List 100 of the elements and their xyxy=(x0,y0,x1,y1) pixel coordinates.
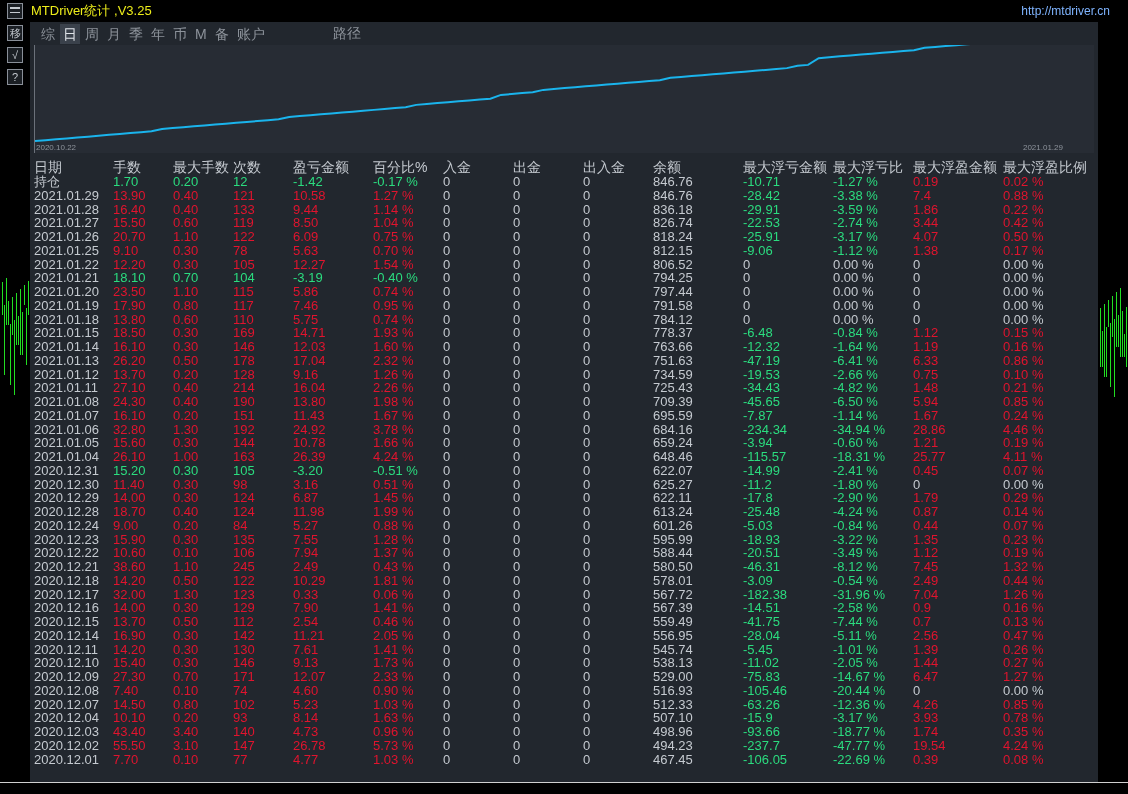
table-cell-text: 0 xyxy=(513,546,522,560)
table-cell-text: 4.73 xyxy=(293,725,320,739)
table-cell-text: 16.90 xyxy=(113,628,147,643)
table-cell-text: -115.57 xyxy=(743,450,788,464)
column-header: 出金 xyxy=(513,159,542,175)
table-cell-text: 1.10 xyxy=(173,285,200,299)
table-cell-text: 516.93 xyxy=(653,683,694,698)
tab[interactable]: 日 xyxy=(60,23,80,44)
column-header: 最大浮盈金额 xyxy=(913,159,998,175)
table-cell-text: 20.70 xyxy=(113,230,147,244)
table-cell-text: 0 xyxy=(583,202,592,217)
panel-icon[interactable] xyxy=(7,3,23,19)
table-cell-text: 0 xyxy=(583,395,592,409)
path-button[interactable]: 路径 xyxy=(329,23,364,44)
table-cell-text: 0 xyxy=(583,477,592,492)
table-cell-text: 595.99 xyxy=(653,532,694,547)
table-cell-text: 0.87 xyxy=(913,505,940,519)
table-cell-text: -8.12 % xyxy=(833,560,879,574)
table-cell-text: 214 xyxy=(233,381,256,395)
table-cell-text: 0 xyxy=(443,271,452,285)
table-cell-text: 0.00 % xyxy=(1003,477,1045,492)
table-cell-text: 0 xyxy=(513,642,522,657)
table-cell-text: 0 xyxy=(913,683,922,698)
table-cell-text: 0 xyxy=(583,656,592,670)
toolbar-button[interactable]: 移 xyxy=(7,25,23,41)
table-cell-text: 0.40 xyxy=(173,395,200,409)
table-cell-text: 0 xyxy=(583,505,592,519)
table-cell-text: -3.19 xyxy=(293,271,324,285)
table-cell-text: 178 xyxy=(233,353,256,368)
table-cell-text: 0 xyxy=(743,298,752,313)
table-cell-text: 16.04 xyxy=(293,381,327,395)
table-cell-text: 0 xyxy=(513,422,522,437)
table-cell-text: -34.94 % xyxy=(833,422,887,437)
table-cell-text: -3.09 xyxy=(743,573,774,588)
tab[interactable]: 周 xyxy=(82,23,102,44)
table-cell-text: 1.26 % xyxy=(1003,587,1045,602)
table-cell-text: 0.29 % xyxy=(1003,491,1045,505)
table-cell-text: 1.14 % xyxy=(373,202,415,217)
table-cell-text: 13.90 xyxy=(113,188,147,203)
tab[interactable]: 综 xyxy=(38,23,58,44)
table-cell-text: 2021.01.25 xyxy=(34,243,101,258)
table-cell-text: 0 xyxy=(583,697,592,712)
table-cell-text: 0.75 % xyxy=(373,230,415,244)
table-cell-text: 9.44 xyxy=(293,202,320,217)
table-cell-text: 2.33 % xyxy=(373,670,415,684)
table-cell-text: 4.07 xyxy=(913,230,940,244)
table-cell-text: 5.73 % xyxy=(373,738,415,753)
table-cell-text: 0 xyxy=(583,353,592,368)
toolbar-button[interactable]: ? xyxy=(7,69,23,85)
table-cell-text: 2.56 xyxy=(913,628,940,643)
table-cell-text: -1.12 % xyxy=(833,243,879,258)
table-cell-text: -3.59 % xyxy=(833,202,879,217)
table-cell-text: 0.14 % xyxy=(1003,505,1045,519)
tab[interactable]: 备 xyxy=(211,23,232,44)
table-cell-text: 77 xyxy=(233,752,249,767)
tab[interactable]: 年 xyxy=(148,23,168,44)
table-cell-text: 1.41 % xyxy=(373,642,415,657)
table-cell-text: 0.00 % xyxy=(1003,298,1045,313)
tab[interactable]: 账户 xyxy=(233,23,268,44)
table-cell-text: -5.03 xyxy=(743,518,774,533)
table-cell-text: 0.00 % xyxy=(833,312,875,327)
table-cell-text: 2020.12.18 xyxy=(34,573,101,588)
table-cell-text: 6.09 xyxy=(293,230,320,244)
table-cell-text: 1.54 % xyxy=(373,257,415,272)
table-cell-text: 0.19 xyxy=(913,175,940,189)
toolbar-button[interactable]: √ xyxy=(7,47,23,63)
table-cell-text: 102 xyxy=(233,697,256,712)
table-cell-text: 10.78 xyxy=(293,436,327,450)
table-cell-text: 2021.01.21 xyxy=(34,271,101,285)
table-cell-text: 10.10 xyxy=(113,711,147,725)
table-cell-text: 1.12 xyxy=(913,546,940,560)
table-cell-text: -0.84 % xyxy=(833,326,879,340)
table-cell-text: -18.93 xyxy=(743,532,781,547)
tab[interactable]: M xyxy=(192,23,210,44)
table-cell-text: 0.9 xyxy=(913,601,933,615)
table-cell-text: 2021.01.22 xyxy=(34,257,101,272)
table-cell-text: 0.85 % xyxy=(1003,395,1045,409)
table-cell-text: 0.23 % xyxy=(1003,532,1045,547)
table-cell-text: 0.19 % xyxy=(1003,546,1045,560)
table-cell-text: -3.94 xyxy=(743,436,774,450)
table-cell-text: 0 xyxy=(513,601,522,615)
table-cell-text: 112 xyxy=(233,615,255,629)
table-cell-text: 4.24 % xyxy=(373,450,415,464)
table-cell-text: 684.16 xyxy=(653,422,694,437)
table-cell-text: 1.19 xyxy=(913,340,940,354)
tab[interactable]: 币 xyxy=(170,23,190,44)
table-cell-text: 0.35 % xyxy=(1003,725,1045,739)
tab[interactable]: 季 xyxy=(126,23,146,44)
table-cell-text: 0.39 xyxy=(913,752,940,767)
table-cell-text: 0.80 xyxy=(173,298,200,313)
tab[interactable]: 月 xyxy=(104,23,124,44)
website-link[interactable]: http://mtdriver.cn xyxy=(1021,2,1110,20)
table-cell-text: 122 xyxy=(233,573,256,588)
table-cell-text: 10.29 xyxy=(293,573,327,588)
table-cell-text: 0.80 xyxy=(173,697,200,712)
table-cell-text: 751.63 xyxy=(653,353,694,368)
table-cell-text: 0 xyxy=(513,271,522,285)
table-cell-text: 0 xyxy=(443,230,452,244)
table-cell-text: 12.20 xyxy=(113,257,147,272)
table-cell-text: 0 xyxy=(583,683,592,698)
